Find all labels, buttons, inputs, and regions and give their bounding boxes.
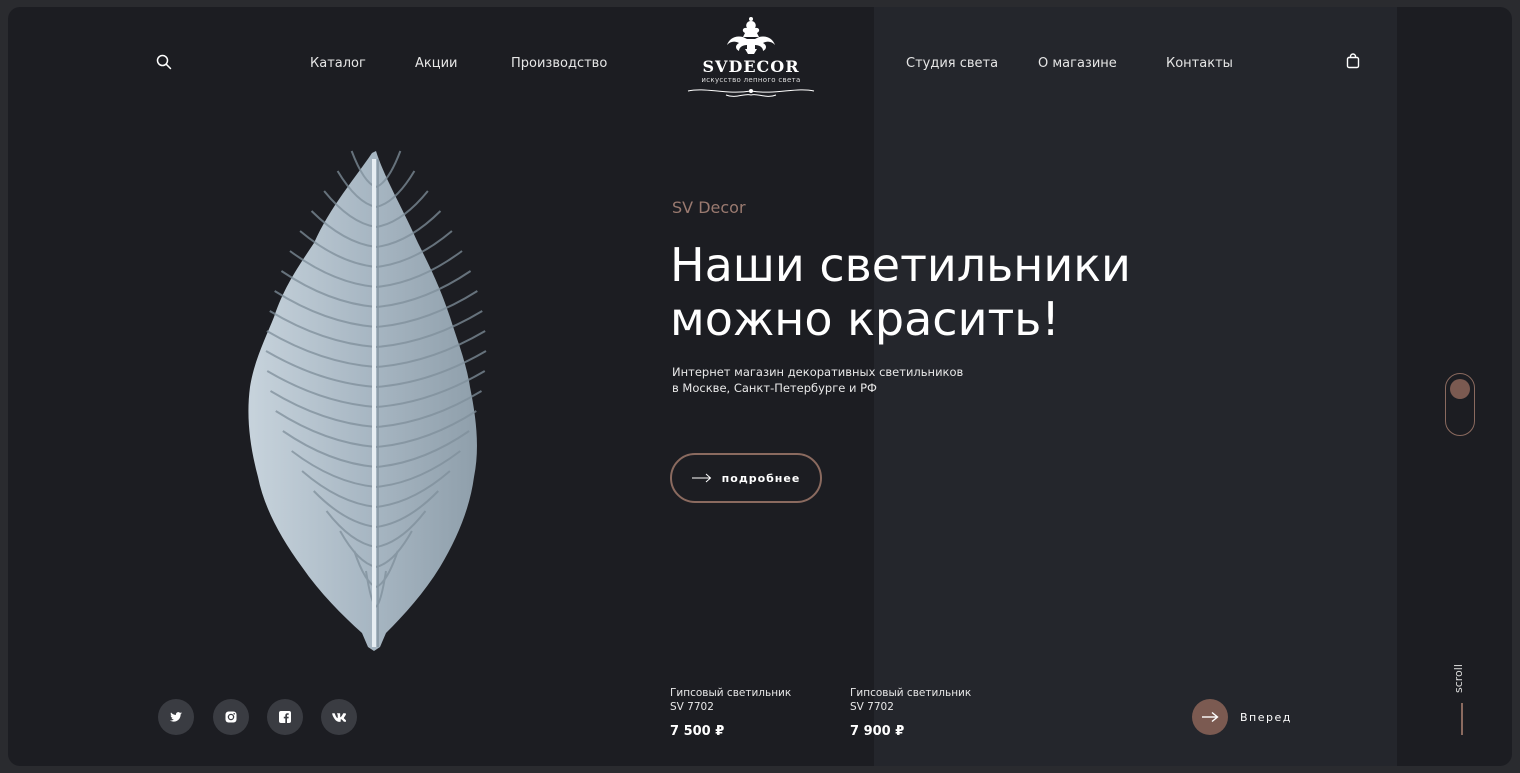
nav-light-studio[interactable]: Студия света xyxy=(906,56,998,71)
product-card[interactable]: Гипсовый светильник SV 7702 7 500 ₽ xyxy=(670,686,791,739)
leaf-lamp-image xyxy=(248,150,487,651)
more-button[interactable]: подробнее xyxy=(670,453,822,503)
nav-catalog[interactable]: Каталог xyxy=(310,56,366,71)
logo-flourish-icon xyxy=(687,89,815,97)
search-button[interactable] xyxy=(156,54,176,74)
forward-arrow-circle xyxy=(1192,699,1228,735)
slide-toggle-knob[interactable] xyxy=(1450,379,1470,399)
nav-about-store[interactable]: О магазине xyxy=(1038,56,1117,71)
product-card[interactable]: Гипсовый светильник SV 7702 7 900 ₽ xyxy=(850,686,971,739)
shopping-bag-icon xyxy=(1346,53,1360,69)
arrow-right-icon xyxy=(1202,711,1219,723)
slide-toggle[interactable] xyxy=(1445,373,1475,436)
more-button-label: подробнее xyxy=(721,471,801,485)
product-name: Гипсовый светильник xyxy=(850,687,972,699)
headline-line: Наши светильники xyxy=(670,238,1131,292)
social-twitter[interactable] xyxy=(158,699,194,735)
cart-button[interactable] xyxy=(1346,53,1366,73)
social-facebook[interactable] xyxy=(267,699,303,735)
nav-promotions[interactable]: Акции xyxy=(415,56,458,71)
product-name: Гипсовый светильник xyxy=(670,687,792,699)
search-icon xyxy=(156,54,172,70)
hero-description: Интернет магазин декоративных светильник… xyxy=(672,364,972,396)
instagram-icon xyxy=(225,711,237,723)
logo-emblem-icon xyxy=(727,17,775,54)
hero-kicker: SV Decor xyxy=(672,198,746,217)
twitter-icon xyxy=(170,712,182,722)
product-code: SV 7702 xyxy=(850,701,894,713)
nav-production[interactable]: Производство xyxy=(511,56,607,71)
social-vk[interactable] xyxy=(321,699,357,735)
facebook-icon xyxy=(279,711,291,723)
hero-headline: Наши светильники можно красить! xyxy=(670,238,1150,346)
logo-subtitle: искусство лепного света xyxy=(701,76,801,84)
vk-icon xyxy=(332,712,346,722)
scroll-label: scroll xyxy=(1452,664,1465,693)
forward-label: Вперед xyxy=(1240,710,1292,724)
scroll-indicator[interactable]: scroll xyxy=(1448,655,1472,695)
product-code: SV 7702 xyxy=(670,701,714,713)
logo[interactable]: SVDECOR искусство лепного света xyxy=(682,17,820,112)
forward-button[interactable]: Вперед xyxy=(1192,699,1292,735)
scroll-line xyxy=(1461,703,1463,735)
arrow-right-icon xyxy=(691,473,711,483)
logo-title: SVDECOR xyxy=(702,57,800,76)
social-instagram[interactable] xyxy=(213,699,249,735)
product-price: 7 900 ₽ xyxy=(850,724,905,739)
page: Каталог Акции Производство SVDECOR искус… xyxy=(8,7,1512,766)
description-line: Интернет магазин декоративных светильник… xyxy=(672,365,964,379)
product-price: 7 500 ₽ xyxy=(670,724,725,739)
nav-contacts[interactable]: Контакты xyxy=(1166,56,1233,71)
description-line: в Москве, Санкт-Петербурге и РФ xyxy=(672,381,877,395)
headline-line: можно красить! xyxy=(670,292,1060,346)
